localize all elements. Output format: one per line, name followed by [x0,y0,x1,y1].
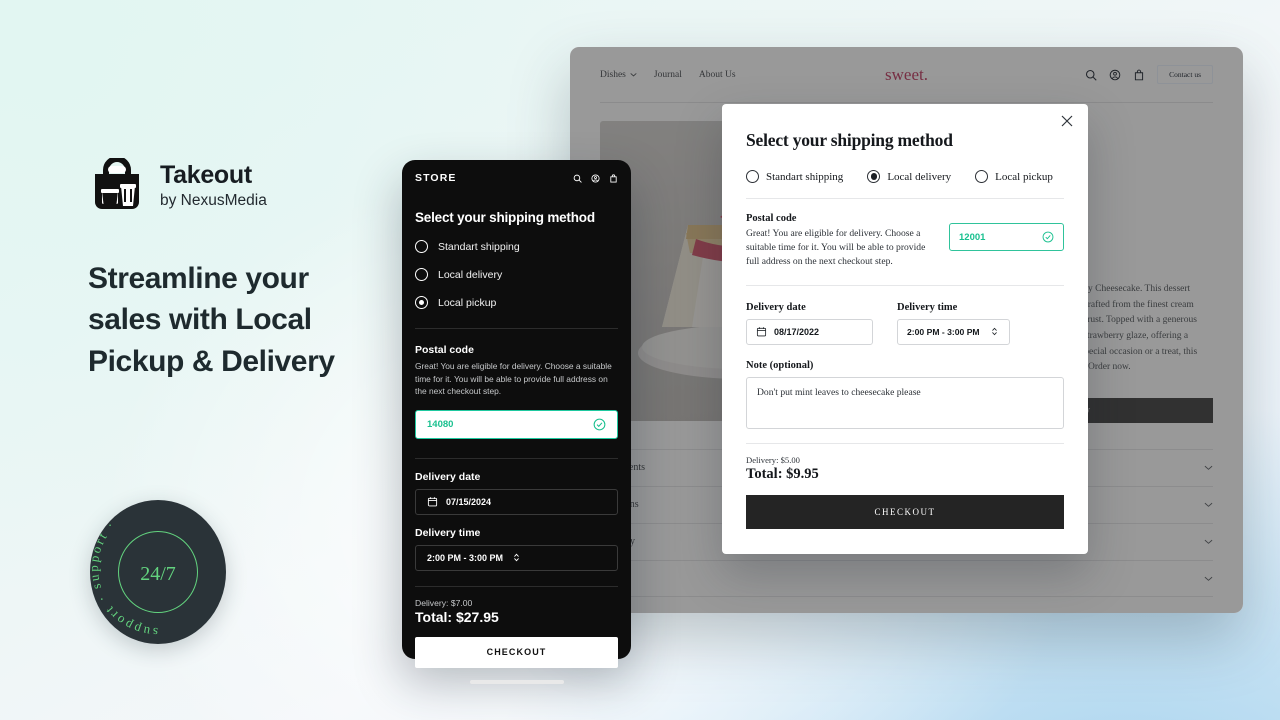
calendar-icon [427,497,438,507]
note-textarea[interactable]: Don't put mint leaves to cheesecake plea… [746,376,1064,429]
bag-icon[interactable] [609,173,618,183]
shipping-method-modal: Select your shipping method Standart shi… [722,104,1088,554]
delivery-time-label: Delivery time [897,301,958,313]
delivery-date-input[interactable]: 08/17/2022 [746,318,873,345]
mobile-option-local-pickup[interactable]: Local pickup [415,296,618,309]
divider [746,284,1064,286]
totals-section: Delivery: $5.00 Total: $9.95 [746,442,1064,483]
delivery-date-value: 08/17/2022 [774,326,820,337]
stepper-icon [514,554,519,562]
mobile-postal-value: 14080 [427,418,454,430]
badge-center-text: 24/7 [140,563,176,585]
postal-code-label: Postal code [746,213,797,224]
mobile-panel: STORE Select your shipping method Standa… [402,160,631,684]
stepper-icon [992,327,997,336]
postal-code-input[interactable]: 12001 [949,223,1064,251]
bag-icon[interactable] [1133,69,1145,81]
account-icon[interactable] [1109,69,1121,81]
mobile-option-standart-shipping[interactable]: Standart shipping [415,240,618,253]
note-label: Note (optional) [746,359,814,371]
shipping-options: Standart shipping Local delivery Local p… [746,170,1064,183]
close-icon[interactable] [1060,114,1074,128]
postal-code-value: 12001 [959,231,986,243]
delivery-fee: Delivery: $5.00 [746,454,800,465]
postal-code-section: Postal code Great! You are eligible for … [746,213,1064,270]
account-icon[interactable] [591,173,600,183]
radio-icon [415,268,428,281]
mobile-postal-label: Postal code [415,344,474,356]
divider [415,457,618,459]
mobile-time-value: 2:00 PM - 3:00 PM [427,552,504,563]
search-icon[interactable] [1085,69,1097,81]
mobile-time-label: Delivery time [415,526,481,539]
mobile-store-title: STORE [415,172,457,184]
checkout-button[interactable]: CHECKOUT [746,494,1064,529]
radio-icon [746,170,759,183]
radio-icon-selected [415,296,428,309]
mobile-date-label: Delivery date [415,470,481,483]
mobile-modal-title: Select your shipping method [415,210,595,225]
delivery-time-select[interactable]: 2:00 PM - 3:00 PM [897,318,1010,345]
delivery-date-group: Delivery date 08/17/2022 [746,302,873,345]
mobile-totals: Delivery: $7.00 Total: $27.95 [415,585,618,625]
modal-title: Select your shipping method [746,130,953,150]
divider [746,198,1064,199]
option-local-pickup[interactable]: Local pickup [975,170,1053,183]
option-label: Local pickup [995,170,1053,183]
calendar-icon [756,327,767,337]
search-icon[interactable] [573,174,582,183]
option-label: Local delivery [887,170,952,183]
contact-us-button[interactable]: Contact us [1157,65,1213,84]
mobile-postal-input[interactable]: 14080 [415,409,618,439]
mobile-time-select[interactable]: 2:00 PM - 3:00 PM [415,544,618,571]
takeout-bag-icon [88,156,146,216]
promo-headline: Streamline your sales with Local Pickup … [88,262,335,378]
option-label: Standart shipping [438,240,520,253]
mobile-checkout-button[interactable]: CHECKOUT [415,636,618,668]
option-standart-shipping[interactable]: Standart shipping [746,170,843,183]
postal-code-help: Great! You are eligible for delivery. Ch… [746,228,926,268]
delivery-datetime-row: Delivery date 08/17/2022 Delivery time 2… [746,302,1064,345]
option-local-delivery[interactable]: Local delivery [867,170,951,183]
promo-block: Takeout by NexusMedia Streamline your sa… [88,156,418,382]
check-circle-icon [593,418,606,431]
option-label: Standart shipping [766,170,844,183]
mobile-date-value: 07/15/2024 [446,496,492,507]
radio-icon [415,240,428,253]
nav-actions: Contact us [1085,65,1213,84]
delivery-time-value: 2:00 PM - 3:00 PM [907,326,980,337]
mobile-total-amount: Total: $27.95 [415,608,499,625]
logo-row: Takeout by NexusMedia [88,156,418,216]
radio-icon-selected [867,170,881,183]
mobile-option-local-delivery[interactable]: Local delivery [415,268,618,281]
mobile-date-input[interactable]: 07/15/2024 [415,488,618,515]
mobile-postal-help: Great! You are eligible for delivery. Ch… [415,361,612,397]
check-circle-icon [1042,231,1054,243]
divider [415,328,618,329]
mobile-header-actions [573,173,618,183]
option-label: Local pickup [438,296,497,309]
radio-icon [975,170,989,183]
delivery-time-group: Delivery time 2:00 PM - 3:00 PM [897,302,1010,345]
home-indicator [469,679,564,684]
option-label: Local delivery [438,268,503,281]
brand-byline: by NexusMedia [160,191,267,209]
delivery-date-label: Delivery date [746,301,806,313]
mobile-delivery-fee: Delivery: $7.00 [415,597,473,608]
total-amount: Total: $9.95 [746,465,819,482]
support-badge: support · support · 24/7 [90,500,226,644]
mobile-header: STORE [415,172,618,184]
brand-name: Takeout [160,161,252,190]
